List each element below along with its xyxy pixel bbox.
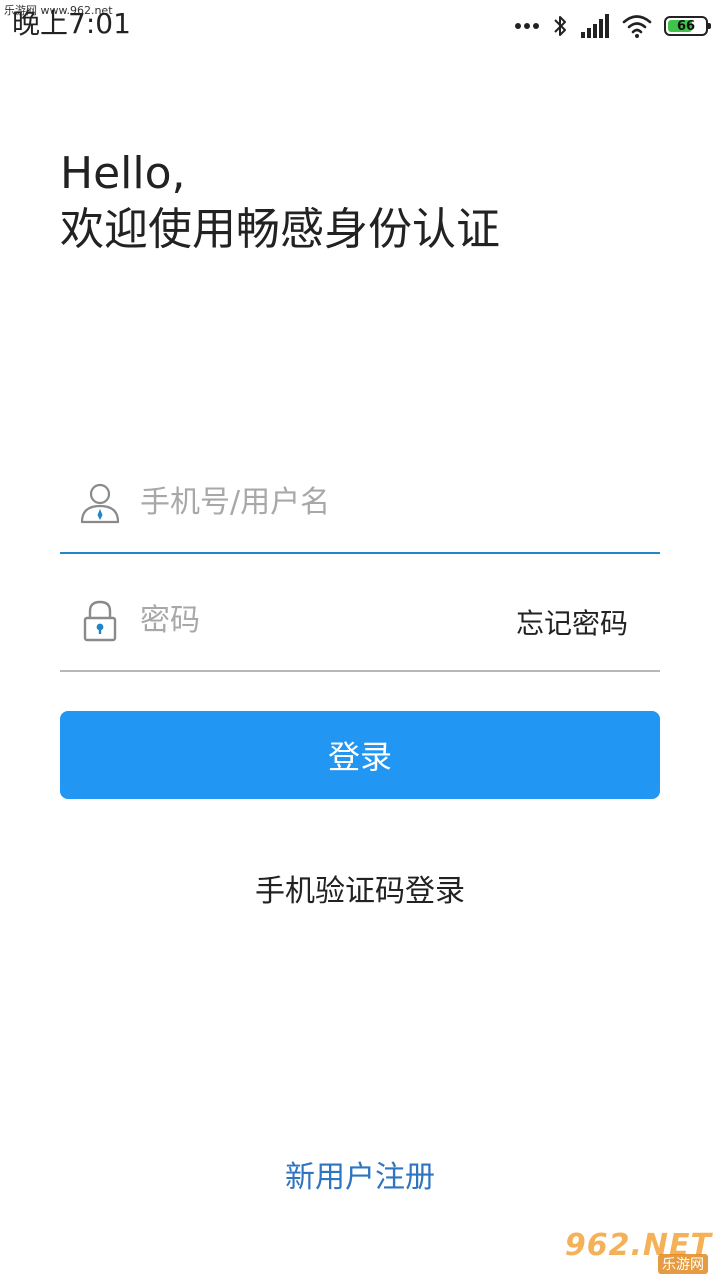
username-input[interactable] (140, 478, 520, 526)
sms-login-link[interactable]: 手机验证码登录 (0, 866, 720, 910)
more-dots-icon (515, 23, 539, 29)
password-row: 忘记密码 (60, 580, 660, 672)
wifi-icon (622, 15, 652, 38)
watermark-bottom-right: 962.NET 乐游网 (565, 1228, 712, 1274)
greeting: Hello, 欢迎使用畅感身份认证 (60, 146, 500, 258)
greeting-hello: Hello, (60, 148, 186, 199)
login-button[interactable]: 登录 (60, 711, 660, 799)
battery-level: 66 (676, 18, 696, 34)
password-input[interactable] (140, 596, 520, 644)
forgot-password-link[interactable]: 忘记密码 (516, 602, 628, 642)
bluetooth-icon (554, 16, 566, 36)
user-icon (80, 483, 120, 524)
status-time: 晚上7:01 (12, 7, 131, 40)
signal-icon (581, 14, 609, 38)
status-icons: 66 (514, 12, 711, 40)
status-bar: 晚上7:01 66 (0, 0, 720, 50)
watermark-bottom-sub: 乐游网 (658, 1254, 708, 1274)
battery-icon: 66 (664, 16, 711, 36)
username-row (60, 462, 660, 554)
lock-icon (83, 600, 117, 642)
greeting-welcome: 欢迎使用畅感身份认证 (60, 204, 500, 255)
register-link[interactable]: 新用户注册 (0, 1152, 720, 1196)
